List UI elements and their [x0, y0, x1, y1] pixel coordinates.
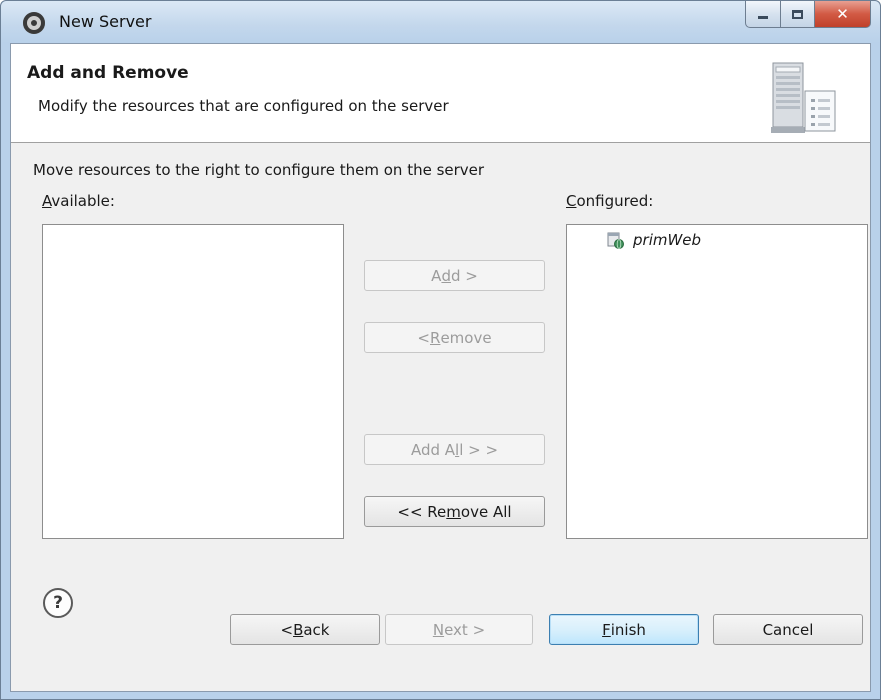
help-button[interactable]: ?: [43, 588, 73, 618]
next-button[interactable]: Next >: [385, 614, 533, 645]
configured-item-label: primWeb: [633, 231, 702, 249]
maximize-button[interactable]: [781, 1, 815, 28]
window-title: New Server: [59, 12, 152, 31]
remove-button[interactable]: < Remove: [364, 322, 545, 353]
add-all-button[interactable]: Add All > >: [364, 434, 545, 465]
list-item[interactable]: primWeb: [607, 231, 701, 249]
help-icon: ?: [53, 593, 63, 613]
window-controls: ✕: [745, 1, 871, 28]
maximize-icon: [792, 9, 803, 19]
configured-label: Configured:: [566, 192, 654, 210]
finish-button[interactable]: Finish: [549, 614, 699, 645]
remove-all-button[interactable]: << Re m ove All: [364, 496, 545, 527]
eclipse-server-icon: [23, 12, 45, 34]
cancel-button[interactable]: Cancel: [713, 614, 863, 645]
page-title: Add and Remove: [27, 63, 189, 83]
back-button[interactable]: < Back: [230, 614, 380, 645]
instructions-text: Move resources to the right to configure…: [33, 161, 485, 179]
minimize-icon: [758, 15, 768, 19]
minimize-button[interactable]: [745, 1, 781, 28]
web-module-icon: [607, 232, 624, 249]
wizard-banner: Add and Remove Modify the resources that…: [11, 44, 870, 143]
add-button[interactable]: Add >: [364, 260, 545, 291]
available-label: Available:: [42, 192, 115, 210]
new-server-window: New Server ✕ Add and Remove Modify the r…: [0, 0, 881, 700]
dialog-client-area: Add and Remove Modify the resources that…: [10, 43, 871, 692]
available-list[interactable]: [42, 224, 344, 539]
title-bar[interactable]: New Server ✕: [1, 1, 880, 43]
close-icon: ✕: [836, 5, 849, 23]
page-description: Modify the resources that are configured…: [38, 97, 449, 115]
close-button[interactable]: ✕: [815, 1, 871, 28]
server-wizard-graphic: [771, 62, 836, 133]
configured-list[interactable]: primWeb: [566, 224, 868, 539]
